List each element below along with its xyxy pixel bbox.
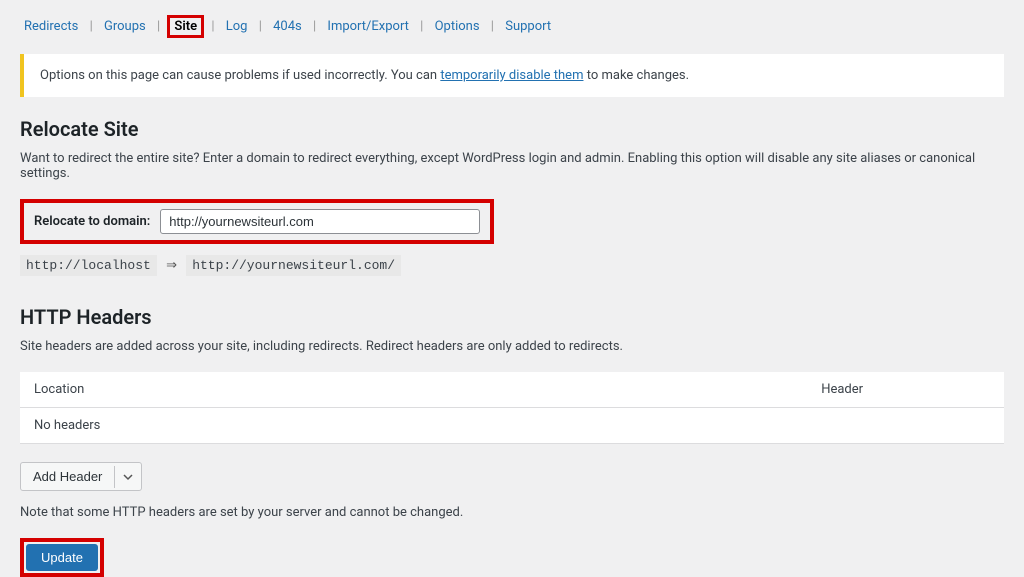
tab-import-export[interactable]: Import/Export bbox=[323, 17, 413, 36]
relocate-input-row: Relocate to domain: bbox=[20, 199, 494, 244]
tab-support[interactable]: Support bbox=[501, 17, 555, 36]
relocate-domain-input[interactable] bbox=[160, 209, 480, 234]
chevron-down-icon[interactable] bbox=[114, 466, 141, 488]
add-header-button[interactable]: Add Header bbox=[20, 462, 142, 491]
redirect-to: http://yournewsiteurl.com/ bbox=[186, 255, 401, 276]
relocate-section: Relocate Site Want to redirect the entir… bbox=[0, 117, 1024, 297]
notice-link-disable[interactable]: temporarily disable them bbox=[440, 68, 583, 83]
tab-log[interactable]: Log bbox=[222, 17, 252, 36]
tab-separator: | bbox=[90, 19, 93, 34]
tab-separator: | bbox=[259, 19, 262, 34]
tab-groups[interactable]: Groups bbox=[100, 17, 150, 36]
update-highlight: Update bbox=[20, 538, 104, 577]
tab-separator: | bbox=[157, 19, 160, 34]
active-tab-highlight: Site bbox=[167, 15, 204, 38]
col-location: Location bbox=[20, 372, 807, 408]
tab-site[interactable]: Site bbox=[170, 17, 201, 36]
relocate-title: Relocate Site bbox=[20, 117, 1004, 141]
relocate-label: Relocate to domain: bbox=[34, 214, 150, 229]
headers-title: HTTP Headers bbox=[20, 305, 1004, 329]
notice-text-prefix: Options on this page can cause problems … bbox=[40, 68, 440, 83]
tab-separator: | bbox=[211, 19, 214, 34]
arrow-icon: ⇒ bbox=[160, 258, 183, 273]
headers-desc: Site headers are added across your site,… bbox=[20, 339, 1004, 354]
headers-note: Note that some HTTP headers are set by y… bbox=[20, 505, 1004, 520]
col-header: Header bbox=[807, 372, 1004, 408]
tab-separator: | bbox=[420, 19, 423, 34]
update-button[interactable]: Update bbox=[26, 544, 98, 571]
add-header-label: Add Header bbox=[21, 463, 114, 490]
nav-tabs: Redirects | Groups | Site | Log | 404s |… bbox=[0, 0, 1024, 46]
table-row: No headers bbox=[20, 408, 1004, 444]
no-headers-text: No headers bbox=[20, 408, 1004, 444]
relocate-desc: Want to redirect the entire site? Enter … bbox=[20, 151, 1004, 181]
notice-text-suffix: to make changes. bbox=[583, 68, 689, 83]
tab-redirects[interactable]: Redirects bbox=[20, 17, 82, 36]
warning-notice: Options on this page can cause problems … bbox=[20, 54, 1004, 97]
headers-table: Location Header No headers bbox=[20, 372, 1004, 444]
tab-separator: | bbox=[491, 19, 494, 34]
headers-section: HTTP Headers Site headers are added acro… bbox=[0, 305, 1024, 577]
tab-404s[interactable]: 404s bbox=[269, 17, 306, 36]
tab-options[interactable]: Options bbox=[431, 17, 484, 36]
redirect-from: http://localhost bbox=[20, 255, 157, 276]
redirect-preview: http://localhost ⇒ http://yournewsiteurl… bbox=[20, 258, 401, 273]
tab-separator: | bbox=[313, 19, 316, 34]
